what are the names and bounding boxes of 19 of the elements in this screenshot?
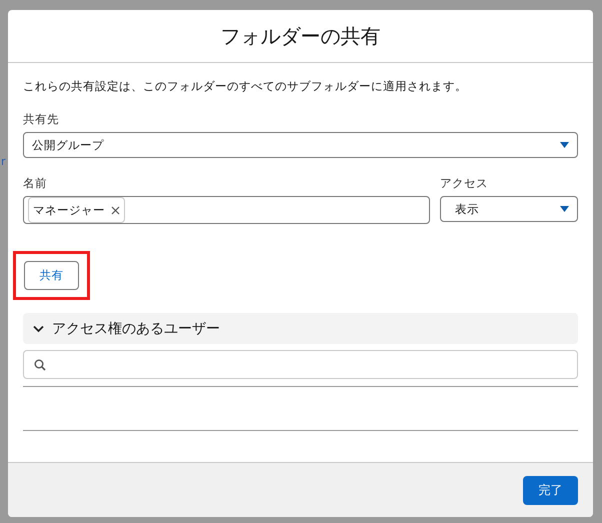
- dialog-title: フォルダーの共有: [220, 22, 380, 50]
- description-text: これらの共有設定は、このフォルダーのすべてのサブフォルダーに適用されます。: [23, 79, 468, 94]
- name-pill[interactable]: マネージャー: [28, 197, 125, 223]
- field-label: 名前: [23, 176, 48, 191]
- section-toggle[interactable]: アクセス権のあるユーザー: [23, 313, 578, 344]
- caret-icon: [560, 142, 569, 148]
- caret-icon: [560, 206, 569, 212]
- name-field[interactable]: マネージャー: [23, 196, 430, 224]
- done-button[interactable]: 完了: [523, 476, 578, 504]
- search-icon: [34, 358, 46, 370]
- chevron-icon: [33, 324, 44, 332]
- share-with-dropdown[interactable]: 公開グループ: [23, 132, 578, 158]
- field-label: 共有先: [23, 112, 60, 127]
- field-label: アクセス: [440, 176, 489, 191]
- share-button[interactable]: 共有: [24, 261, 79, 290]
- close-icon[interactable]: [111, 206, 120, 214]
- access-dropdown[interactable]: 表示: [440, 196, 578, 222]
- background-text: r: [1, 155, 6, 169]
- search-field[interactable]: [23, 350, 578, 379]
